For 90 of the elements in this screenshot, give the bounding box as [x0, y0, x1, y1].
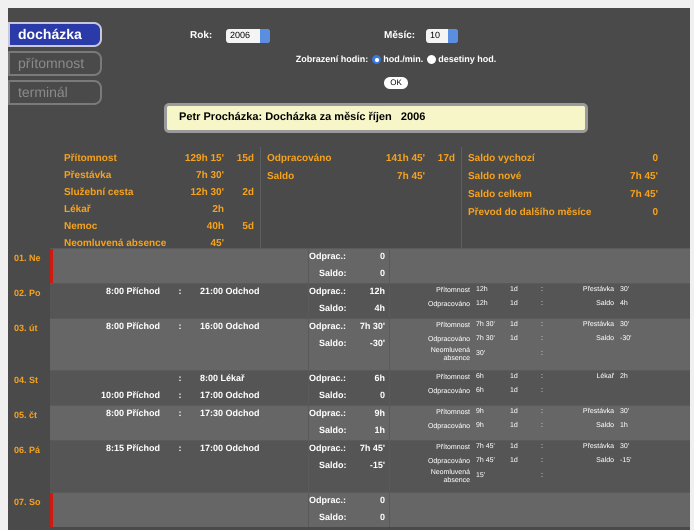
- day-label: 07. So: [13, 496, 42, 508]
- entry-end: 16:00 Odchod: [200, 320, 260, 334]
- day-label: 06. Pá: [13, 444, 42, 456]
- radio-option[interactable]: hod./min.: [372, 53, 424, 66]
- summary-value: 40h: [206, 220, 224, 234]
- summary-value: 0: [652, 152, 658, 166]
- title-panel: Petr Procházka: Docházka za měsíc říjen 2006: [164, 102, 588, 132]
- summary-label: Přítomnost: [64, 152, 118, 166]
- balance-value: 4h: [374, 302, 385, 316]
- summary-label: Saldo celkem: [468, 188, 533, 202]
- worked-value: 0: [380, 250, 385, 264]
- summary-label: Odpracováno: [267, 152, 332, 166]
- summary-value: 0: [652, 206, 658, 220]
- balance-value: 0: [380, 511, 385, 524]
- summary-label: Saldo nové: [468, 170, 522, 184]
- summary-days: 5d: [242, 220, 254, 232]
- entry-separator: :: [178, 442, 182, 456]
- balance-value: 1h: [374, 424, 385, 438]
- balance-label: Saldo:: [319, 511, 347, 524]
- summary-label: Nemoc: [64, 220, 98, 234]
- worked-value: 6h: [374, 372, 385, 386]
- entry-start: 8:15 Příchod: [106, 443, 160, 454]
- month-label: Měsíc:: [384, 29, 416, 43]
- worked-label: Odprac.:: [309, 250, 346, 264]
- day-label: 04. St: [13, 374, 40, 386]
- balance-label: Saldo:: [319, 302, 347, 316]
- summary-value: 7h 45': [397, 170, 425, 184]
- day-label: 01. Ne: [13, 252, 42, 264]
- entry-end: 17:30 Odchod: [200, 407, 260, 420]
- worked-label: Odprac.:: [309, 320, 346, 334]
- entry-start: 8:00 Příchod: [106, 408, 160, 418]
- worked-value: 7h 45': [360, 442, 385, 456]
- summary-label: Saldo: [267, 170, 296, 184]
- summary-value: 7h 30': [196, 168, 224, 182]
- year-select[interactable]: 2006: [226, 28, 270, 42]
- balance-value: -15': [370, 459, 385, 472]
- worked-value: 7h 30': [360, 320, 385, 334]
- worked-label: Odprac.:: [309, 442, 346, 456]
- entry-separator: :: [178, 320, 182, 334]
- worked-label: Odprac.:: [309, 285, 346, 298]
- entry-separator: :: [178, 285, 182, 298]
- entry-start: 10:00 Příchod: [100, 390, 160, 400]
- balance-label: Saldo:: [319, 424, 347, 438]
- year-label: Rok:: [190, 29, 214, 43]
- summary-days: 2d: [242, 186, 254, 198]
- hours-label: Zobrazení hodin:: [296, 53, 368, 66]
- day-label: 05. čt: [13, 408, 38, 422]
- worked-value: 0: [380, 494, 385, 508]
- summary-value: 45': [210, 236, 224, 250]
- entry-separator: :: [178, 407, 182, 420]
- balance-label: Saldo:: [319, 459, 347, 472]
- balance-value: -30': [370, 337, 385, 350]
- ok-button[interactable]: OK: [384, 76, 408, 88]
- worked-value: 12h: [369, 285, 385, 298]
- entry-start: 8:00 Příchod: [106, 321, 160, 332]
- summary-value: 141h 45': [386, 152, 425, 166]
- summary-value: 2h: [212, 202, 224, 216]
- balance-label: Saldo:: [319, 337, 347, 350]
- summary-label: Saldo vychozí: [468, 152, 536, 166]
- summary-label: Služební cesta: [64, 186, 134, 200]
- summary-label: Lékař: [64, 202, 92, 216]
- nav-tab[interactable]: docházka: [8, 22, 102, 47]
- summary-days: 15d: [236, 152, 254, 164]
- summary-label: Přestávka: [64, 168, 112, 182]
- entry-start: 8:00 Příchod: [106, 286, 160, 296]
- summary-value: 7h 45': [630, 170, 658, 184]
- radio-option[interactable]: desetiny hod.: [427, 53, 496, 66]
- balance-label: Saldo:: [319, 389, 347, 402]
- entry-separator: :: [178, 372, 182, 386]
- entry-end: 17:00 Odchod: [200, 442, 260, 456]
- worked-label: Odprac.:: [309, 372, 346, 386]
- month-select[interactable]: 10: [426, 28, 458, 42]
- entry-separator: :: [178, 389, 182, 402]
- worked-label: Odprac.:: [309, 494, 346, 508]
- worked-label: Odprac.:: [309, 407, 346, 420]
- balance-value: 0: [380, 389, 385, 402]
- summary-days: 17d: [438, 153, 455, 164]
- entry-end: 17:00 Odchod: [200, 389, 260, 402]
- worked-value: 9h: [374, 407, 385, 420]
- summary-value: 12h 30': [190, 186, 224, 200]
- summary-label: Neomluvená absence: [64, 236, 168, 250]
- balance-label: Saldo:: [319, 267, 347, 280]
- entry-end: 8:00 Lékař: [200, 372, 245, 386]
- day-label: 02. Po: [13, 286, 42, 300]
- summary-label: Převod do dalšího měsíce: [468, 206, 592, 220]
- summary-value: 129h 15': [184, 152, 224, 166]
- entry-end: 21:00 Odchod: [200, 285, 260, 298]
- balance-value: 0: [380, 267, 385, 280]
- day-label: 03. út: [13, 322, 39, 334]
- summary-value: 7h 45': [630, 188, 658, 202]
